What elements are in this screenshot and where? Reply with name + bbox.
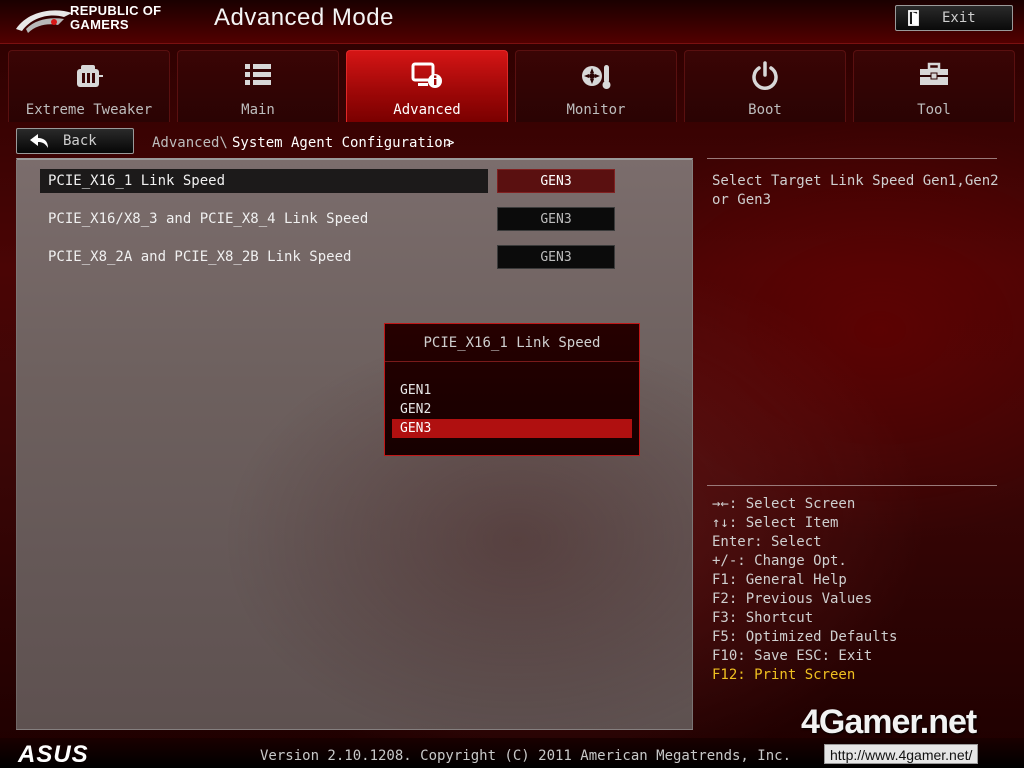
tab-label: Advanced [393,102,461,118]
help-divider-keys [707,485,997,486]
option-popup: PCIE_X16_1 Link Speed GEN1 GEN2 GEN3 [384,323,640,456]
tab-label: Boot [748,102,782,118]
tweaker-icon [77,65,103,87]
tab-boot[interactable]: Boot [684,50,846,122]
key-f5: F5: Optimized Defaults [712,629,898,645]
key-legend: →←: Select Screen ↑↓: Select Item Enter:… [712,495,897,685]
exit-door-icon [908,10,919,26]
help-divider-top [707,158,997,159]
thermometer-fan-icon [582,65,611,89]
key-f3: F3: Shortcut [712,610,814,626]
power-icon [752,61,778,90]
watermark-logo: 4Gamer.net [801,703,977,741]
popup-option-gen1[interactable]: GEN1 [392,381,632,400]
tab-label: Main [241,102,275,118]
tab-main[interactable]: Main [177,50,339,122]
watermark-url: http://www.4gamer.net/ [824,744,979,764]
exit-button[interactable]: Exit [895,5,1013,31]
tab-monitor[interactable]: Monitor [515,50,677,122]
help-description: Select Target Link Speed Gen1,Gen2 or Ge… [712,173,999,208]
back-button[interactable]: Back [16,128,134,154]
popup-option-gen3[interactable]: GEN3 [392,419,632,438]
asus-logo: ASUS [18,741,89,768]
setting-value-text: GEN3 [540,249,572,265]
tab-label: Extreme Tweaker [25,102,153,118]
key-f1: F1: General Help [712,572,847,588]
breadcrumb-arrow: > [446,135,455,151]
setting-label-pcie-x16-1[interactable]: PCIE_X16_1 Link Speed [48,173,225,189]
setting-value-text: GEN3 [540,211,572,227]
tab-label: Tool [917,102,951,118]
setting-label-pcie-x8-2a[interactable]: PCIE_X8_2A and PCIE_X8_2B Link Speed [48,249,351,265]
key-change-opt: +/-: Change Opt. [712,553,847,569]
toolbox-icon [920,62,948,85]
setting-value-pcie-x16-1[interactable]: GEN3 [497,169,615,193]
key-select-screen: →←: Select Screen [712,496,856,512]
back-label: Back [63,133,97,149]
key-enter: Enter: Select [712,534,822,550]
setting-value-pcie-x16-x8-3[interactable]: GEN3 [497,207,615,231]
tab-extreme-tweaker[interactable]: Extreme Tweaker [8,50,170,122]
setting-label-pcie-x16-x8-3[interactable]: PCIE_X16/X8_3 and PCIE_X8_4 Link Speed [48,211,368,227]
back-arrow-icon [30,134,48,148]
key-f10-esc: F10: Save ESC: Exit [712,648,873,664]
key-f12: F12: Print Screen [712,667,856,683]
advanced-info-icon [411,62,442,88]
key-select-item: ↑↓: Select Item [712,515,839,531]
popup-option-gen2[interactable]: GEN2 [392,400,632,419]
version-text: Version 2.10.1208. Copyright (C) 2011 Am… [260,748,792,764]
key-f2: F2: Previous Values [712,591,873,607]
rog-brand-text: REPUBLIC OF GAMERS [70,4,161,32]
breadcrumb-parent[interactable]: Advanced\ [152,135,228,151]
setting-value-text: GEN3 [540,173,572,189]
exit-label: Exit [942,10,976,26]
tab-label: Monitor [566,102,626,118]
tab-advanced[interactable]: Advanced [346,50,508,122]
setting-value-pcie-x8-2a[interactable]: GEN3 [497,245,615,269]
breadcrumb-current: System Agent Configuration [232,135,452,151]
brand-line-2: GAMERS [70,17,129,32]
mode-title: Advanced Mode [214,4,394,31]
list-icon [245,64,271,85]
popup-title: PCIE_X16_1 Link Speed [385,324,639,362]
tab-tool[interactable]: Tool [853,50,1015,122]
brand-line-1: REPUBLIC OF [70,3,162,18]
